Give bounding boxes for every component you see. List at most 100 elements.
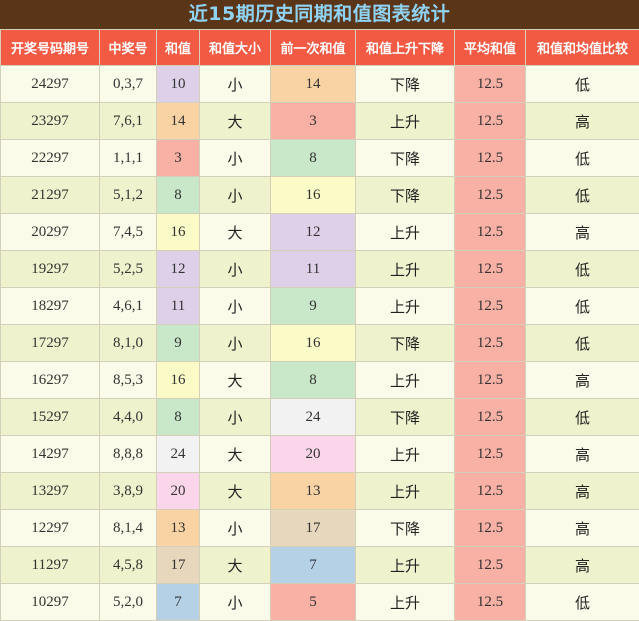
cell-prev-sum: 7 <box>271 547 356 584</box>
table-row: 102975,2,07小5上升12.5低 <box>1 584 639 621</box>
cell-avg: 12.5 <box>455 473 526 510</box>
cell-trend: 上升 <box>356 214 455 251</box>
cell-trend: 下降 <box>356 325 455 362</box>
table-body: 242970,3,710小14下降12.5低232977,6,114大3上升12… <box>1 66 639 621</box>
cell-issue: 15297 <box>1 399 100 436</box>
cell-sum: 14 <box>157 103 200 140</box>
cell-trend: 上升 <box>356 436 455 473</box>
cell-trend: 下降 <box>356 177 455 214</box>
cell-compare: 高 <box>526 436 639 473</box>
cell-sum: 12 <box>157 251 200 288</box>
cell-compare: 低 <box>526 288 639 325</box>
cell-compare: 高 <box>526 473 639 510</box>
cell-compare: 低 <box>526 251 639 288</box>
cell-prev-sum: 11 <box>271 251 356 288</box>
cell-issue: 10297 <box>1 584 100 621</box>
cell-size: 小 <box>200 584 271 621</box>
cell-prev-sum: 14 <box>271 66 356 103</box>
cell-sum: 11 <box>157 288 200 325</box>
cell-compare: 高 <box>526 214 639 251</box>
cell-numbers: 7,4,5 <box>100 214 157 251</box>
cell-size: 小 <box>200 510 271 547</box>
stats-page: 近15期历史同期和值图表统计 开奖号码期号 中奖号 和值 和值大小 前一次和值 … <box>0 0 639 620</box>
cell-compare: 低 <box>526 325 639 362</box>
cell-size: 大 <box>200 362 271 399</box>
cell-avg: 12.5 <box>455 510 526 547</box>
cell-prev-sum: 5 <box>271 584 356 621</box>
cell-numbers: 3,8,9 <box>100 473 157 510</box>
cell-issue: 13297 <box>1 473 100 510</box>
cell-trend: 上升 <box>356 103 455 140</box>
table-header-row: 开奖号码期号 中奖号 和值 和值大小 前一次和值 和值上升下降 平均和值 和值和… <box>1 30 639 66</box>
cell-avg: 12.5 <box>455 362 526 399</box>
cell-trend: 上升 <box>356 288 455 325</box>
cell-sum: 3 <box>157 140 200 177</box>
cell-numbers: 8,1,4 <box>100 510 157 547</box>
cell-size: 小 <box>200 251 271 288</box>
cell-compare: 高 <box>526 103 639 140</box>
cell-numbers: 4,6,1 <box>100 288 157 325</box>
cell-prev-sum: 8 <box>271 140 356 177</box>
cell-avg: 12.5 <box>455 177 526 214</box>
cell-issue: 22297 <box>1 140 100 177</box>
cell-compare: 低 <box>526 584 639 621</box>
cell-avg: 12.5 <box>455 140 526 177</box>
cell-issue: 11297 <box>1 547 100 584</box>
cell-trend: 下降 <box>356 66 455 103</box>
table-row: 152974,4,08小24下降12.5低 <box>1 399 639 436</box>
table-row: 142978,8,824大20上升12.5高 <box>1 436 639 473</box>
cell-avg: 12.5 <box>455 399 526 436</box>
table-row: 222971,1,13小8下降12.5低 <box>1 140 639 177</box>
cell-compare: 低 <box>526 140 639 177</box>
cell-trend: 下降 <box>356 510 455 547</box>
table-row: 112974,5,817大7上升12.5高 <box>1 547 639 584</box>
cell-issue: 24297 <box>1 66 100 103</box>
cell-size: 大 <box>200 547 271 584</box>
cell-prev-sum: 13 <box>271 473 356 510</box>
cell-numbers: 4,5,8 <box>100 547 157 584</box>
cell-avg: 12.5 <box>455 288 526 325</box>
cell-trend: 下降 <box>356 140 455 177</box>
cell-numbers: 5,2,0 <box>100 584 157 621</box>
cell-size: 大 <box>200 214 271 251</box>
cell-prev-sum: 17 <box>271 510 356 547</box>
table-row: 182974,6,111小9上升12.5低 <box>1 288 639 325</box>
cell-numbers: 8,8,8 <box>100 436 157 473</box>
cell-sum: 24 <box>157 436 200 473</box>
cell-size: 小 <box>200 399 271 436</box>
cell-avg: 12.5 <box>455 325 526 362</box>
cell-trend: 上升 <box>356 473 455 510</box>
cell-sum: 20 <box>157 473 200 510</box>
header-prev-sum: 前一次和值 <box>271 30 356 66</box>
cell-numbers: 8,5,3 <box>100 362 157 399</box>
cell-compare: 低 <box>526 66 639 103</box>
cell-sum: 10 <box>157 66 200 103</box>
cell-avg: 12.5 <box>455 436 526 473</box>
cell-prev-sum: 12 <box>271 214 356 251</box>
cell-prev-sum: 3 <box>271 103 356 140</box>
cell-numbers: 7,6,1 <box>100 103 157 140</box>
cell-compare: 高 <box>526 547 639 584</box>
table-row: 172978,1,09小16下降12.5低 <box>1 325 639 362</box>
cell-compare: 高 <box>526 510 639 547</box>
header-compare: 和值和均值比较 <box>526 30 639 66</box>
cell-trend: 上升 <box>356 547 455 584</box>
cell-sum: 16 <box>157 214 200 251</box>
cell-avg: 12.5 <box>455 251 526 288</box>
cell-prev-sum: 20 <box>271 436 356 473</box>
cell-sum: 7 <box>157 584 200 621</box>
cell-size: 小 <box>200 66 271 103</box>
cell-numbers: 0,3,7 <box>100 66 157 103</box>
page-title: 近15期历史同期和值图表统计 <box>0 0 639 29</box>
cell-avg: 12.5 <box>455 584 526 621</box>
cell-prev-sum: 24 <box>271 399 356 436</box>
cell-sum: 9 <box>157 325 200 362</box>
cell-trend: 下降 <box>356 399 455 436</box>
cell-compare: 低 <box>526 177 639 214</box>
cell-avg: 12.5 <box>455 103 526 140</box>
cell-issue: 12297 <box>1 510 100 547</box>
cell-issue: 17297 <box>1 325 100 362</box>
header-numbers: 中奖号 <box>100 30 157 66</box>
header-issue: 开奖号码期号 <box>1 30 100 66</box>
cell-prev-sum: 9 <box>271 288 356 325</box>
